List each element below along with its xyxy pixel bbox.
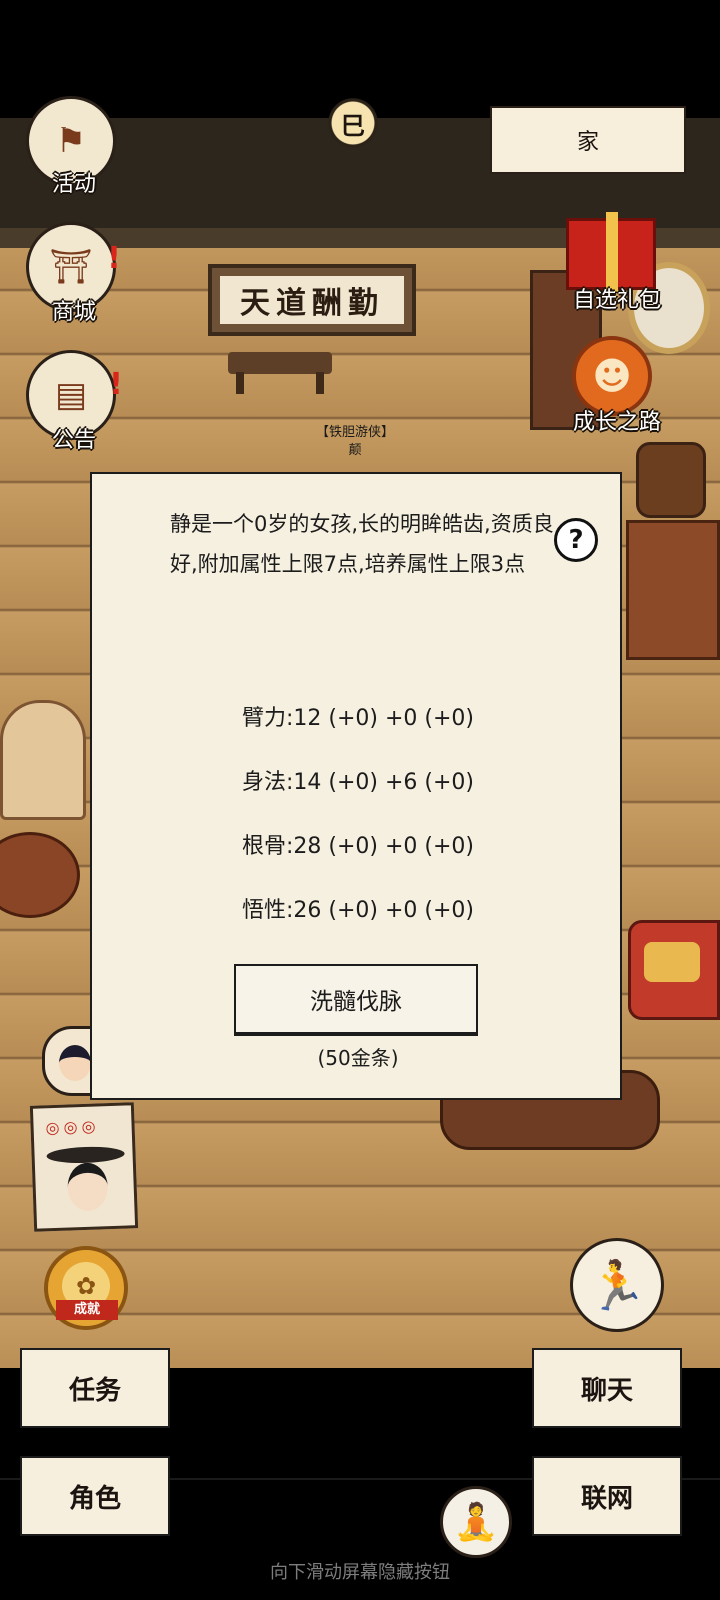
npc-nameplate[interactable]: 【铁胆游侠】 颠 <box>290 424 420 460</box>
gift-pack-button[interactable]: 自选礼包 <box>552 282 682 316</box>
activity-label: 活动 <box>51 172 96 197</box>
npc-title: 【铁胆游侠】 <box>315 425 394 440</box>
help-button[interactable]: ? <box>554 518 598 562</box>
gift-pack-label: 自选礼包 <box>572 288 661 313</box>
question-mark-icon: ? <box>568 525 584 555</box>
cultivation-dialog: 静是一个0岁的女孩,长的明眸皓齿,资质良好,附加属性上限7点,培养属性上限3点 … <box>90 472 622 1100</box>
shop-label: 商城 <box>51 300 96 325</box>
writing-desk <box>228 352 332 374</box>
calligraphy-plaque: 天道酬勤 <box>208 264 416 336</box>
notice-button[interactable]: ▤ ! 公告 <box>26 350 123 454</box>
avatar-face <box>59 1045 91 1081</box>
barrel <box>636 442 706 518</box>
hide-buttons-hint: 向下滑动屏幕隐藏按钮 <box>270 1562 450 1583</box>
notice-label: 公告 <box>51 428 96 453</box>
notice-alert-icon: ! <box>109 367 123 402</box>
plaque-text: 天道酬勤 <box>220 276 404 324</box>
time-of-day-icon[interactable]: 巳 <box>320 90 386 156</box>
chair <box>0 700 86 820</box>
pillow <box>644 942 700 982</box>
stat-strength: 臂力:12 (+0) +0 (+0) <box>241 706 474 731</box>
run-button[interactable]: 🏃 <box>570 1238 664 1332</box>
role-button[interactable]: 角色 <box>20 1456 170 1536</box>
online-button[interactable]: 联网 <box>532 1456 682 1536</box>
gift-ribbon <box>606 212 618 292</box>
activity-button[interactable]: ⚑ 活动 <box>26 96 122 200</box>
time-glyph: 巳 <box>341 111 365 140</box>
home-button[interactable]: 家 <box>490 106 686 174</box>
achievement-button[interactable]: ✿ 成就 <box>44 1246 128 1330</box>
shop-alert-icon: ! <box>107 241 121 276</box>
character-description: 静是一个0岁的女孩,长的明眸皓齿,资质良好,附加属性上限7点,培养属性上限3点 <box>170 512 554 576</box>
action-cost: (50金条) <box>317 1046 399 1070</box>
hat-icon <box>46 1145 125 1165</box>
desk-leg <box>236 372 244 394</box>
growth-path-label: 成长之路 <box>572 410 661 435</box>
stat-constitution: 根骨:28 (+0) +0 (+0) <box>241 834 474 859</box>
shelf <box>626 520 720 660</box>
seal-icons: ◎◎◎ <box>45 1116 100 1138</box>
npc-name: 颠 <box>348 443 362 458</box>
desk-leg <box>316 372 324 394</box>
stat-comprehension: 悟性:26 (+0) +0 (+0) <box>241 898 474 923</box>
running-figure-icon: 🏃 <box>587 1257 647 1314</box>
growth-path-button[interactable]: 成长之路 <box>552 404 682 438</box>
meditation-icon: 🧘 <box>453 1502 499 1543</box>
chat-button[interactable]: 聊天 <box>532 1348 682 1428</box>
achievement-ribbon: 成就 <box>56 1300 118 1320</box>
task-button[interactable]: 任务 <box>20 1348 170 1428</box>
poster-face <box>66 1162 109 1212</box>
meditate-button[interactable]: 🧘 <box>440 1486 512 1558</box>
stat-agility: 身法:14 (+0) +6 (+0) <box>241 770 474 795</box>
marrow-wash-button[interactable]: 洗髓伐脉 <box>234 964 478 1034</box>
bounty-poster[interactable]: ◎◎◎ <box>29 1102 139 1232</box>
shop-button[interactable]: ⛩ ! 商城 <box>26 222 122 326</box>
